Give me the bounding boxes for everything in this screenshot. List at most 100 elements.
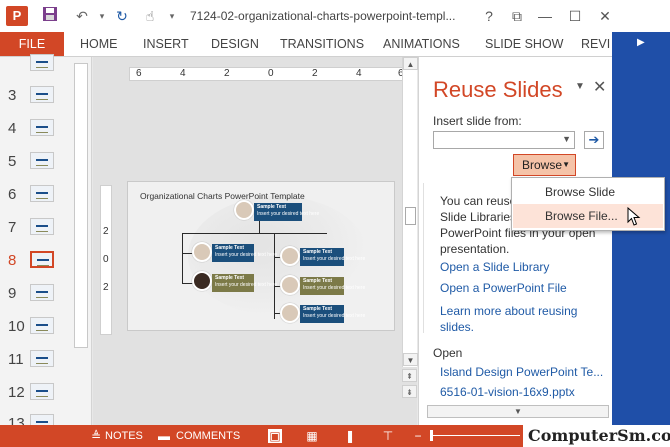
slide-thumbnail[interactable] <box>0 51 72 77</box>
slide-number: 5 <box>8 153 17 170</box>
current-slide[interactable]: Organizational Charts PowerPoint Templat… <box>127 181 395 331</box>
slide-thumbnail-image[interactable] <box>30 185 54 202</box>
tab-review[interactable]: REVI <box>581 32 610 56</box>
divider <box>423 183 424 333</box>
slide-number: 4 <box>8 120 17 137</box>
close-icon[interactable]: ✕ <box>593 6 617 26</box>
slide-thumbnail-image[interactable] <box>30 119 54 136</box>
powerpoint-app-icon[interactable]: P <box>6 6 28 26</box>
open-powerpoint-file-link[interactable]: Open a PowerPoint File <box>440 280 567 296</box>
save-icon[interactable] <box>40 6 60 26</box>
slide-thumbnail-11[interactable]: 11 <box>0 347 72 373</box>
connector-line <box>182 233 183 283</box>
undo-dropdown-icon[interactable]: ▾ <box>92 6 112 26</box>
slide-thumbnail-4[interactable]: 4 <box>0 116 72 142</box>
pane-scroll-down-icon[interactable]: ▼ <box>427 405 609 418</box>
tab-animations[interactable]: ANIMATIONS <box>383 32 460 56</box>
node-title: Sample Text <box>303 278 333 284</box>
browse-button[interactable]: Browse ▼ <box>513 154 576 176</box>
notes-icon[interactable]: ≜ <box>89 429 103 443</box>
scroll-up-icon[interactable]: ▲ <box>403 57 418 70</box>
comments-button[interactable]: COMMENTS <box>176 425 240 447</box>
slide-thumbnail-image[interactable] <box>30 152 54 169</box>
connector-line <box>274 233 275 319</box>
ruler-label: 6 <box>136 68 142 79</box>
slide-thumbnail-image[interactable] <box>30 54 54 71</box>
comments-icon[interactable]: ▬ <box>157 429 171 443</box>
touch-mode-icon[interactable]: ☝ <box>140 6 160 26</box>
title-bar: P ↶ ▾ ↻ ☝ ▾ 7124-02-organizational-chart… <box>0 0 670 32</box>
node-text: Insert your desired text here <box>303 313 366 319</box>
zoom-slider-thumb[interactable] <box>430 430 433 441</box>
previous-slide-icon[interactable]: ⇞ <box>402 369 417 382</box>
help-icon[interactable]: ? <box>477 6 501 26</box>
org-node-label[interactable]: Sample Text Insert your desired text her… <box>212 274 277 292</box>
reading-view-icon[interactable]: ❚ <box>343 429 357 443</box>
normal-view-icon[interactable]: ▣ <box>268 429 282 443</box>
slide-thumbnail-3[interactable]: 3 <box>0 83 72 109</box>
browse-button-label: Browse <box>522 158 563 172</box>
pane-title: Reuse Slides <box>433 77 563 102</box>
recent-file-item[interactable]: 6516-01-vision-16x9.pptx <box>440 385 575 399</box>
scroll-down-icon[interactable]: ▼ <box>403 353 418 366</box>
open-slide-library-link[interactable]: Open a Slide Library <box>440 259 549 275</box>
slide-thumbnail-12[interactable]: 12 <box>0 380 72 406</box>
org-node-label[interactable]: Sample Text Insert your desired text her… <box>300 305 366 323</box>
notes-button[interactable]: NOTES <box>105 425 143 447</box>
person-photo <box>280 246 300 266</box>
org-node-label[interactable]: Sample Text Insert your desired text her… <box>254 203 319 221</box>
zoom-out-icon[interactable]: − <box>411 429 425 443</box>
learn-more-link[interactable]: Learn more about reusing <box>440 303 577 319</box>
tab-design[interactable]: DESIGN <box>211 32 259 56</box>
thumbnails-scrollbar[interactable] <box>74 63 88 348</box>
slide-vertical-scrollbar[interactable]: ▲ ▼ <box>402 57 418 367</box>
slide-thumbnail-image-selected[interactable] <box>30 251 54 268</box>
insert-slide-from-combobox[interactable]: ▼ <box>433 131 575 149</box>
slide-thumbnail-image[interactable] <box>30 86 54 103</box>
ribbon-display-options-icon[interactable]: ⧉ <box>505 6 529 26</box>
org-node-label[interactable]: Sample Text Insert your desired text her… <box>300 248 365 266</box>
tab-insert[interactable]: INSERT <box>143 32 189 56</box>
pane-close-icon[interactable]: ✕ <box>593 77 606 97</box>
org-node-label[interactable]: Sample Text Insert your desired text her… <box>212 244 277 262</box>
undo-icon[interactable]: ↶ <box>72 6 92 26</box>
minimize-icon[interactable]: — <box>533 6 557 26</box>
slide-thumbnail-image[interactable] <box>30 284 54 301</box>
person-photo <box>192 242 212 262</box>
tab-slide-show[interactable]: SLIDE SHOW <box>485 32 564 56</box>
tab-transitions[interactable]: TRANSITIONS <box>280 32 364 56</box>
slide-number: 10 <box>8 318 25 335</box>
ruler-label: 0 <box>103 254 109 265</box>
learn-more-link-continued[interactable]: slides. <box>440 319 474 335</box>
next-slide-icon[interactable]: ⇟ <box>402 385 417 398</box>
slide-thumbnail-6[interactable]: 6 <box>0 182 72 208</box>
slide-thumbnail-7[interactable]: 7 <box>0 215 72 241</box>
person-photo <box>280 303 300 323</box>
recent-file-item[interactable]: Island Design PowerPoint Te... <box>440 365 603 379</box>
slide-number: 11 <box>8 351 24 368</box>
node-title: Sample Text <box>303 306 333 312</box>
slide-thumbnail-9[interactable]: 9 <box>0 281 72 307</box>
browse-slide-library-item[interactable]: Browse Slide Library... <box>513 180 663 223</box>
slide-show-icon[interactable]: ⊤ <box>381 429 395 443</box>
customize-toolbar-icon[interactable]: ▾ <box>162 6 182 26</box>
org-node-label[interactable]: Sample Text Insert your desired text her… <box>300 277 365 295</box>
scrollbar-thumb[interactable] <box>405 207 416 225</box>
slide-title[interactable]: Organizational Charts PowerPoint Templat… <box>140 191 305 201</box>
go-arrow-button[interactable]: ➔ <box>584 131 604 149</box>
slide-thumbnail-image[interactable] <box>30 383 54 400</box>
slide-thumbnail-image[interactable] <box>30 218 54 235</box>
redo-icon[interactable]: ↻ <box>112 6 132 26</box>
slide-thumbnail-5[interactable]: 5 <box>0 149 72 175</box>
slide-thumbnail-10[interactable]: 10 <box>0 314 72 340</box>
chevron-down-icon[interactable]: ▼ <box>562 134 571 144</box>
slide-thumbnail-8[interactable]: 8 <box>0 248 72 274</box>
zoom-slider[interactable] <box>430 435 520 436</box>
maximize-icon[interactable]: ☐ <box>563 6 587 26</box>
slide-thumbnail-image[interactable] <box>30 350 54 367</box>
tab-home[interactable]: HOME <box>80 32 118 56</box>
slide-sorter-icon[interactable]: ▦ <box>305 429 319 443</box>
slide-thumbnail-image[interactable] <box>30 317 54 334</box>
mouse-cursor-icon <box>627 207 641 226</box>
pane-options-icon[interactable]: ▼ <box>575 81 585 92</box>
